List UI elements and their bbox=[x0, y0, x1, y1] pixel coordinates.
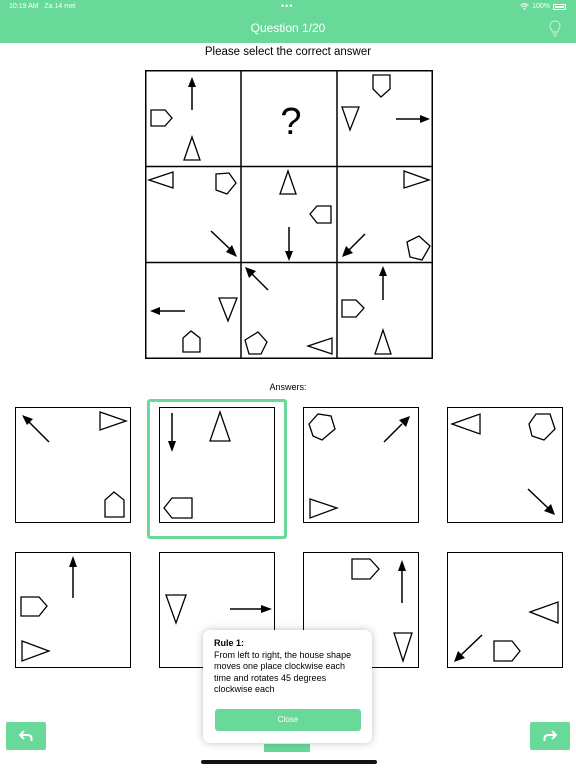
puzzle-cell-1-3 bbox=[341, 74, 430, 132]
puzzle-cell-2-2 bbox=[279, 169, 332, 261]
puzzle-cell-2-3 bbox=[342, 170, 432, 261]
home-indicator[interactable] bbox=[201, 760, 377, 764]
answer-option-8[interactable] bbox=[447, 552, 563, 668]
status-right: 100% bbox=[520, 3, 566, 10]
undo-arrow-icon bbox=[19, 730, 33, 741]
answer-option-4[interactable] bbox=[447, 407, 563, 523]
multitask-dots[interactable]: ••• bbox=[281, 1, 293, 11]
missing-cell-question-mark: ? bbox=[280, 101, 301, 143]
lightbulb-icon[interactable] bbox=[549, 20, 561, 38]
answer-option-3[interactable] bbox=[303, 407, 419, 523]
wifi-icon bbox=[520, 3, 529, 10]
rule-title: Rule 1: bbox=[214, 638, 245, 648]
puzzle-cell-3-2 bbox=[244, 267, 333, 355]
question-prompt: Please select the correct answer bbox=[204, 46, 372, 58]
answer-option-2[interactable] bbox=[159, 407, 275, 523]
rule-tooltip: Rule 1: From left to right, the house sh… bbox=[203, 630, 372, 743]
puzzle-cell-2-1 bbox=[146, 171, 237, 257]
next-button[interactable] bbox=[530, 722, 570, 750]
battery-icon bbox=[553, 3, 566, 10]
answer-option-5[interactable] bbox=[15, 552, 131, 668]
answers-label: Answers: bbox=[269, 382, 307, 392]
puzzle-grid: ? bbox=[145, 70, 433, 359]
question-title: Question 1/20 bbox=[250, 21, 326, 35]
back-button[interactable] bbox=[6, 722, 46, 750]
battery-percent: 100% bbox=[532, 3, 550, 10]
close-button[interactable]: Close bbox=[215, 709, 361, 731]
answer-option-1[interactable] bbox=[15, 407, 131, 523]
app-header: Question 1/20 bbox=[0, 14, 576, 43]
puzzle-cell-3-3 bbox=[341, 266, 392, 355]
rule-body: From left to right, the house shape move… bbox=[214, 649, 352, 695]
status-bar: 10:19 AM Za 14 mei ••• 100% bbox=[0, 0, 576, 14]
puzzle-cell-1-1 bbox=[150, 77, 201, 161]
redo-arrow-icon bbox=[543, 730, 557, 741]
puzzle-cell-3-1 bbox=[150, 297, 238, 353]
status-time: 10:19 AM Za 14 mei bbox=[9, 3, 76, 10]
check-answer-button[interactable] bbox=[264, 744, 310, 752]
